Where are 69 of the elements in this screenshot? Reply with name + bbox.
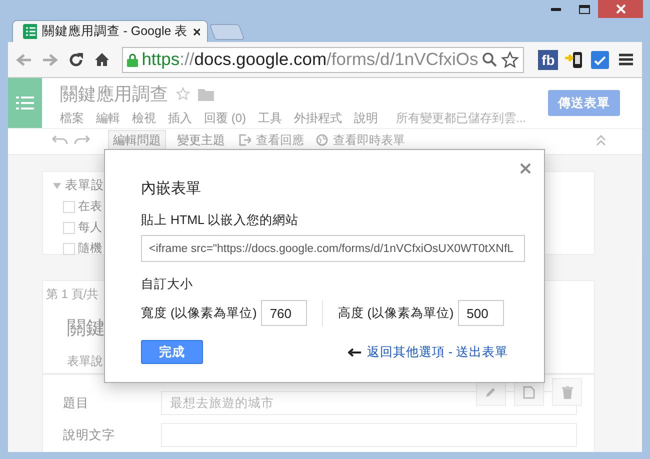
toolbar-link[interactable]: 查看即時表單 xyxy=(313,130,408,150)
extension-button[interactable]: fb xyxy=(538,50,558,70)
save-status: 所有變更都已儲存到雲... xyxy=(396,110,526,127)
menu-item[interactable]: 回覆 (0) xyxy=(204,110,246,127)
menu-item[interactable]: 說明 xyxy=(354,110,378,127)
embed-code-field[interactable]: <iframe src="https://docs.google.com/forms/d/1nVCfxiOsUX0WT0tXNfL xyxy=(141,235,525,262)
reload-icon[interactable] xyxy=(68,52,84,68)
menu-item[interactable]: 插入 xyxy=(168,110,192,127)
forward-arrow-icon[interactable] xyxy=(42,52,58,66)
input-field[interactable]: 最想去旅遊的城市 xyxy=(161,391,577,415)
menu-item[interactable]: 檔案 xyxy=(60,110,84,127)
checkmark-icon[interactable] xyxy=(591,50,610,68)
minimize-icon[interactable] xyxy=(551,7,561,11)
height-field[interactable]: 500 xyxy=(458,300,504,326)
address-bar[interactable]: https://docs.google.com/forms/d/1nVCfxiOs xyxy=(122,46,524,72)
menu-item[interactable]: 檢視 xyxy=(132,110,156,127)
back-arrow-icon xyxy=(348,348,362,356)
redo-icon[interactable] xyxy=(74,135,90,145)
lock-icon xyxy=(126,52,138,66)
delete-button[interactable] xyxy=(552,378,582,406)
copy-icon xyxy=(523,386,535,398)
toolbar-tab[interactable]: 變更主題 xyxy=(172,130,230,150)
size-title: 自訂大小 xyxy=(141,276,194,293)
close-button[interactable] xyxy=(598,0,643,18)
exit-arrow-icon xyxy=(239,134,251,146)
form-description[interactable]: 表單說 xyxy=(67,353,103,370)
trash-icon xyxy=(562,386,572,398)
folder-icon[interactable] xyxy=(198,88,214,100)
search-icon[interactable] xyxy=(482,52,498,67)
checkbox[interactable] xyxy=(63,242,75,254)
option-label: 每人 xyxy=(78,219,102,236)
pencil-icon xyxy=(485,386,497,398)
menu-item[interactable]: 編輯 xyxy=(96,110,120,127)
browser-tab[interactable]: 關鍵應用調查 - Google 表 xyxy=(12,20,208,42)
toolbar-link[interactable]: 查看回應 xyxy=(236,130,307,150)
checkbox[interactable] xyxy=(63,200,75,212)
maximize-icon[interactable] xyxy=(578,4,590,14)
close-icon[interactable] xyxy=(192,28,200,36)
height-label: 高度 (以像素為單位) xyxy=(338,304,454,322)
embed-label: 貼上 HTML 以嵌入您的網站 xyxy=(141,212,300,229)
caret-icon[interactable] xyxy=(53,182,61,188)
checkbox[interactable] xyxy=(63,222,75,234)
dialog-title: 內嵌表單 xyxy=(141,179,202,198)
menu-item[interactable]: 工具 xyxy=(258,110,282,127)
settings-title: 表單設 xyxy=(65,177,104,194)
menu-icon[interactable] xyxy=(619,53,634,66)
option-label: 隨機 xyxy=(78,240,102,257)
close-icon xyxy=(616,4,626,14)
option-label: 在表 xyxy=(78,198,102,215)
new-tab-button[interactable] xyxy=(209,24,245,40)
field-label: 說明文字 xyxy=(63,426,116,444)
form-title[interactable]: 關鍵 xyxy=(67,315,105,341)
document-title[interactable]: 關鍵應用調查 xyxy=(60,82,168,106)
width-label: 寬度 (以像素為單位) xyxy=(141,304,257,322)
star-icon[interactable] xyxy=(501,50,520,68)
list-icon[interactable] xyxy=(16,96,34,110)
back-arrow-icon[interactable] xyxy=(16,52,32,66)
collapse-icon[interactable] xyxy=(596,134,606,146)
done-button[interactable]: 完成 xyxy=(141,340,203,364)
undo-icon[interactable] xyxy=(52,135,68,145)
menu-item[interactable]: 外掛程式 xyxy=(294,110,342,127)
page-counter: 第 1 頁/共 xyxy=(46,286,99,303)
back-link[interactable]: 返回其他選項 - 送出表單 xyxy=(366,344,508,360)
home-icon[interactable] xyxy=(94,52,110,67)
field-label: 題目 xyxy=(63,394,90,412)
list-icon xyxy=(23,24,37,39)
phone-arrow-icon[interactable] xyxy=(564,50,584,70)
send-form-button[interactable]: 傳送表單 xyxy=(548,90,620,116)
width-field[interactable]: 760 xyxy=(260,300,307,326)
